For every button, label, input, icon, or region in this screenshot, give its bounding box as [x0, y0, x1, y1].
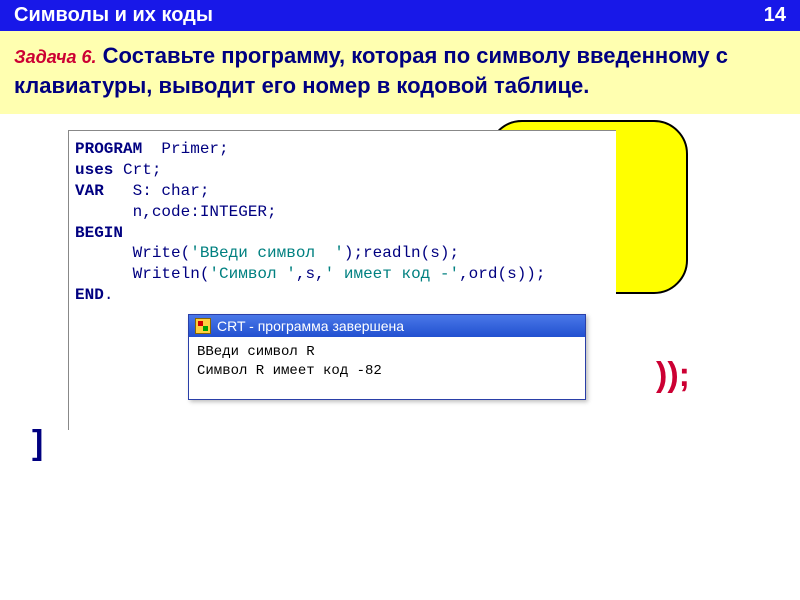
- app-icon: [195, 318, 211, 334]
- code-line: Write('ВВеди символ ');readln(s);: [75, 243, 610, 264]
- underlay-code-fragment: ]: [32, 424, 43, 463]
- crt-output-body: ВВеди символ R Символ R имеет код -82: [189, 337, 585, 399]
- main-area: ) ко х )); ] PROGRAM Primer; uses Crt; V…: [0, 114, 800, 544]
- task-block: Задача 6. Составьте программу, которая п…: [0, 31, 800, 114]
- crt-output-line: Символ R имеет код -82: [197, 362, 577, 381]
- code-line: VAR S: char;: [75, 181, 610, 202]
- crt-output-line: ВВеди символ R: [197, 343, 577, 362]
- task-label: Задача 6.: [14, 47, 97, 67]
- code-line: n,code:INTEGER;: [75, 202, 610, 223]
- underlay-code-fragment: ));: [656, 356, 690, 395]
- code-line: END.: [75, 285, 610, 306]
- code-line: Writeln('Символ ',s,' имеет код -',ord(s…: [75, 264, 610, 285]
- crt-window-title: CRT - программа завершена: [217, 318, 404, 334]
- slide-title: Символы и их коды: [14, 4, 213, 27]
- crt-output-window: CRT - программа завершена ВВеди символ R…: [188, 314, 586, 400]
- task-text: Составьте программу, которая по символу …: [14, 43, 728, 98]
- slide-header: Символы и их коды 14: [0, 0, 800, 31]
- crt-titlebar: CRT - программа завершена: [189, 315, 585, 337]
- slide-page-number: 14: [764, 4, 786, 27]
- code-line: uses Crt;: [75, 160, 610, 181]
- code-line: PROGRAM Primer;: [75, 139, 610, 160]
- code-line: BEGIN: [75, 223, 610, 244]
